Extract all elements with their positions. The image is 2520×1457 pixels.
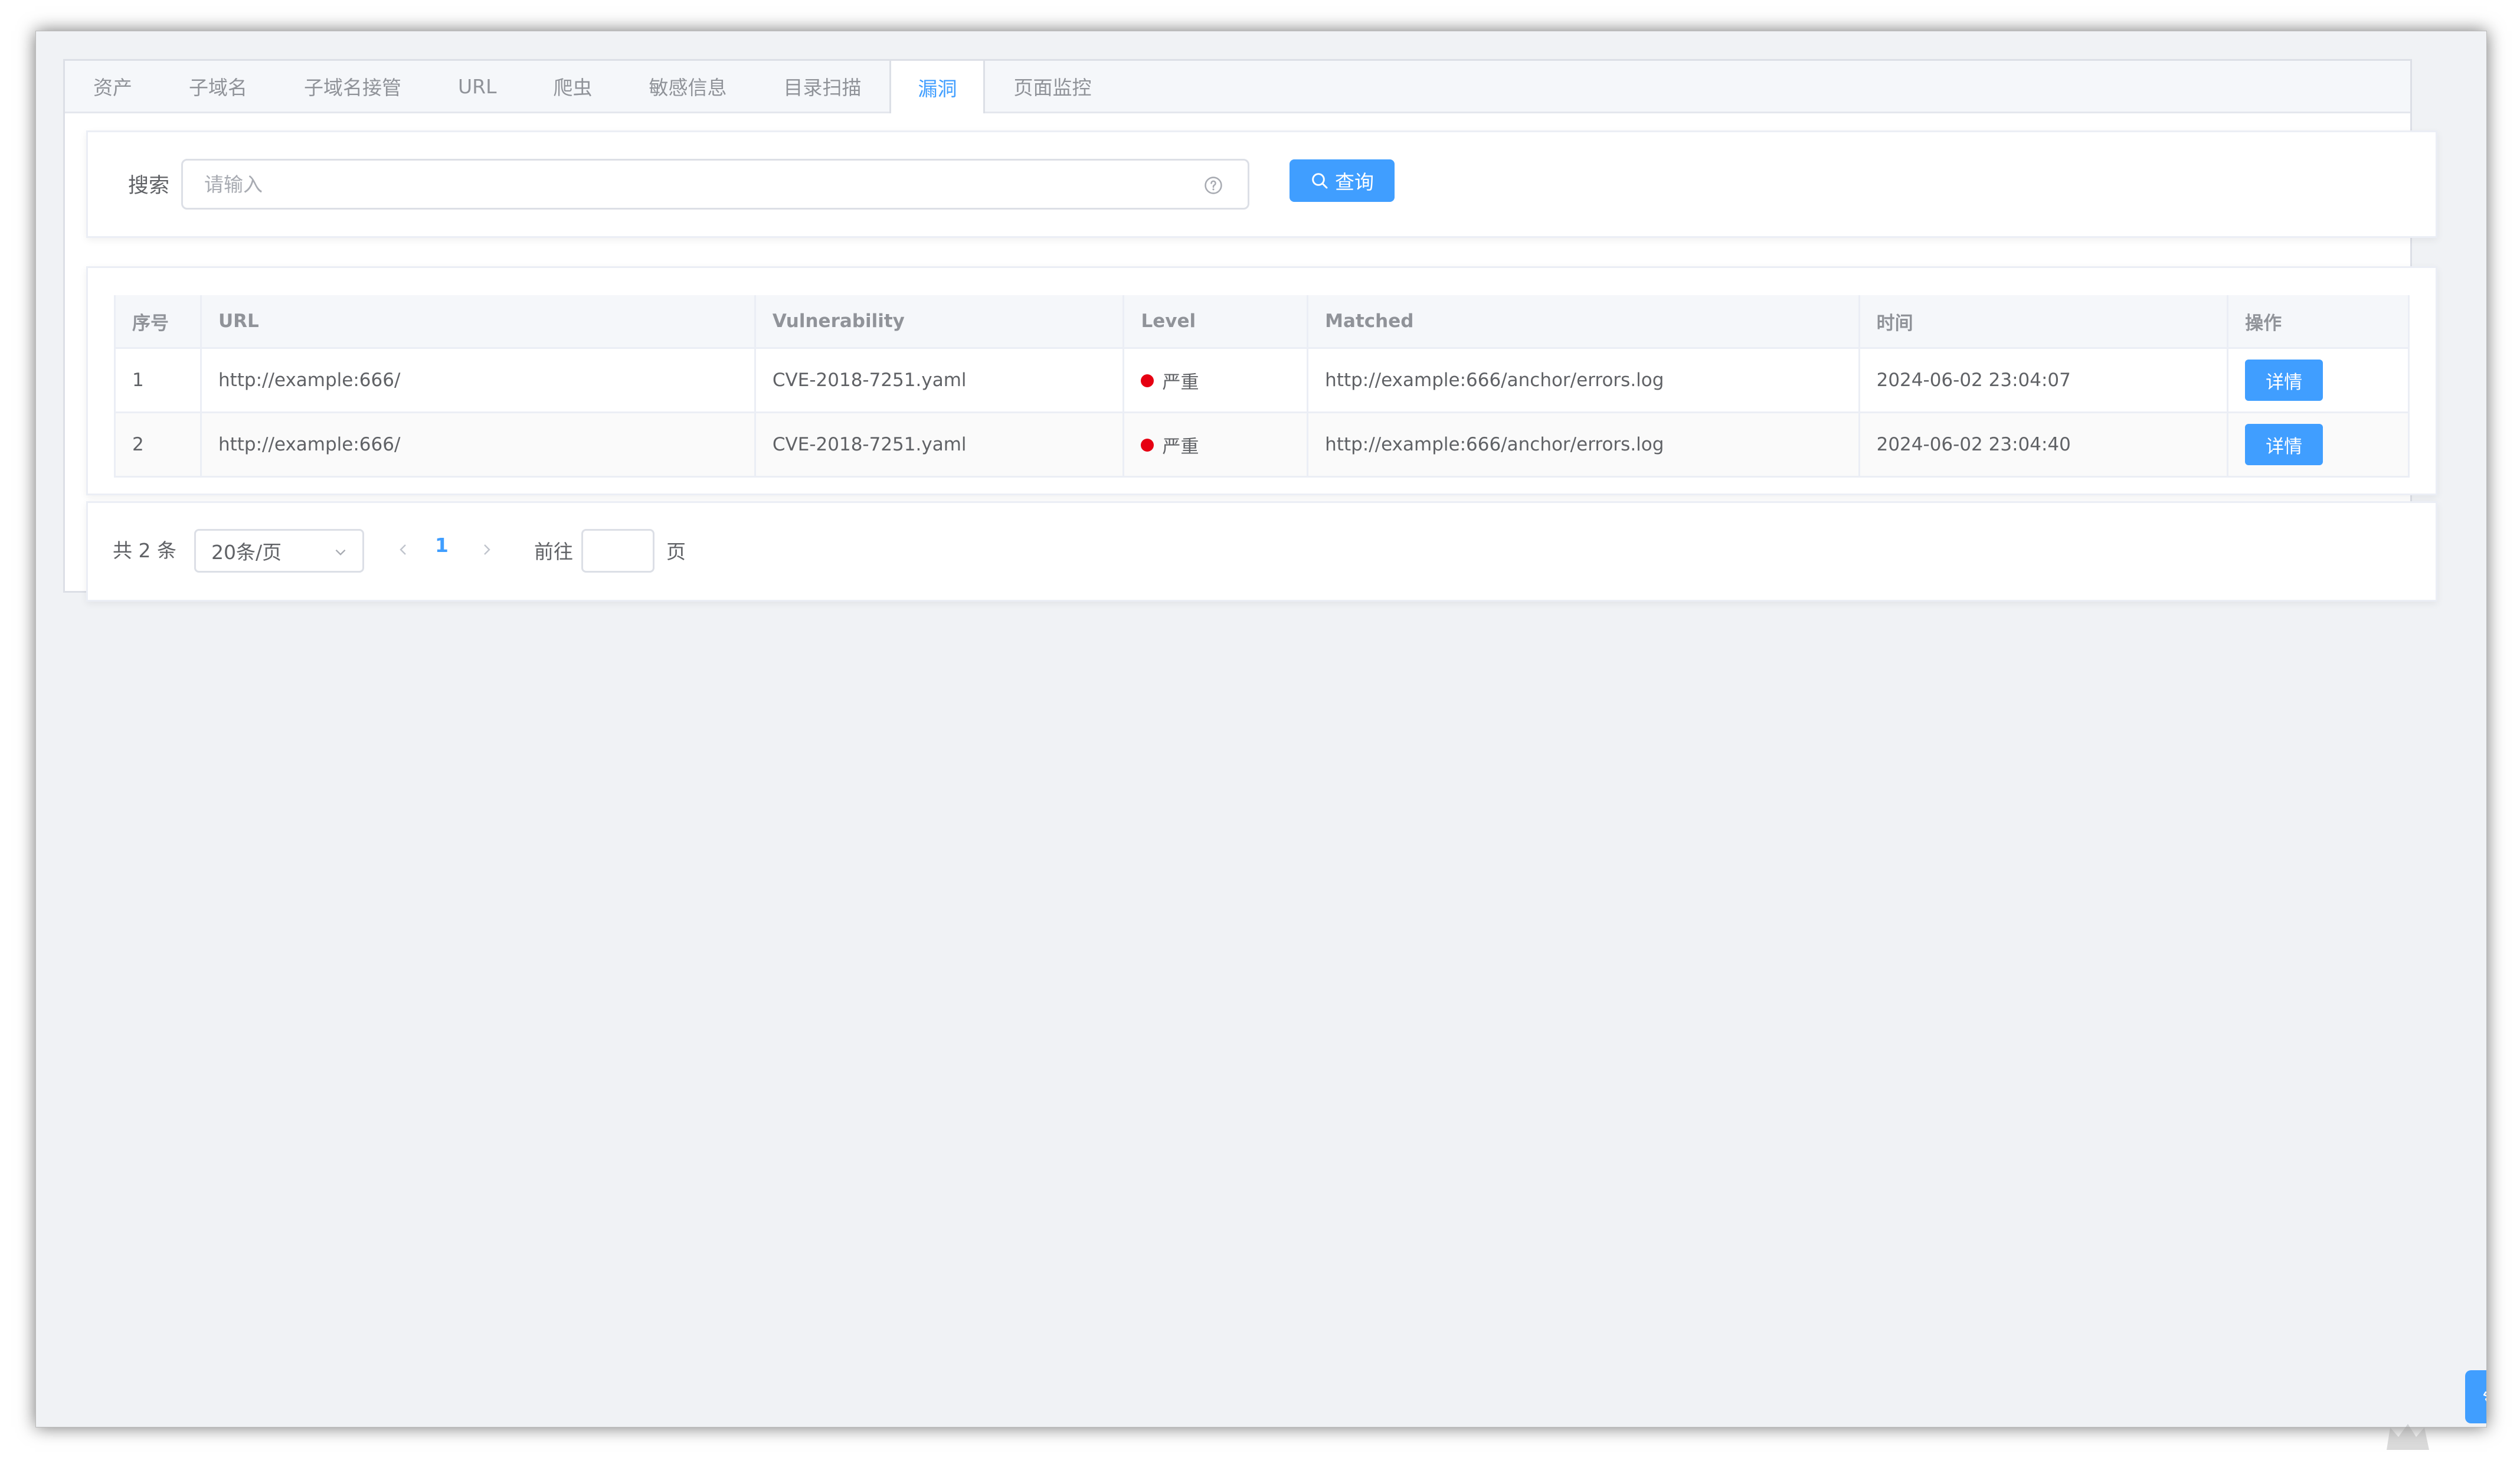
watermark-logo [2387,1424,2429,1450]
cell-url: http://example:666/ [201,412,756,478]
page-size-select[interactable]: 20条/页 [194,529,364,573]
search-input[interactable] [181,159,1249,210]
chevron-down-icon [335,549,346,556]
tab-sensitive-info[interactable]: 敏感信息 [620,61,755,112]
help-icon[interactable] [1203,175,1223,195]
pagination-goto-label: 前往 [534,540,573,563]
tab-url[interactable]: URL [430,61,525,112]
tab-bar: 资产 子域名 子域名接管 URL 爬虫 敏感信息 目录扫描 漏洞 页面监控 [65,61,2410,113]
cell-matched: http://example:666/anchor/errors.log [1307,348,1860,413]
level-label: 严重 [1162,436,1199,458]
tab-crawler[interactable]: 爬虫 [525,61,620,112]
page-jump-input[interactable] [581,529,654,573]
tab-assets[interactable]: 资产 [65,61,161,112]
detail-button[interactable]: 详情 [2245,360,2323,401]
pagination-panel: 共 2 条 20条/页 1 前往 页 [86,501,2437,602]
cell-level: 严重 [1123,348,1309,413]
gear-icon [2483,1391,2486,1402]
tab-directory-scan[interactable]: 目录扫描 [755,61,889,112]
cell-time: 2024-06-02 23:04:07 [1859,348,2229,413]
column-header-level[interactable]: Level [1123,295,1309,349]
pagination-page-suffix: 页 [666,540,686,563]
column-header-vulnerability[interactable]: Vulnerability [755,295,1125,349]
table-row[interactable]: 2 http://example:666/ CVE-2018-7251.yaml… [114,412,2410,478]
pagination-page-1[interactable]: 1 [435,534,449,557]
cell-vulnerability: CVE-2018-7251.yaml [755,412,1125,478]
cell-actions: 详情 [2227,348,2410,413]
query-button[interactable]: 查询 [1290,159,1395,202]
column-header-url[interactable]: URL [201,295,756,349]
search-icon [1312,173,1328,189]
page-size-value: 20条/页 [211,541,282,564]
detail-button[interactable]: 详情 [2245,424,2323,465]
cell-index: 2 [114,412,202,478]
cell-url: http://example:666/ [201,348,756,413]
column-header-index[interactable]: 序号 [114,295,202,349]
tab-subdomain-takeover[interactable]: 子域名接管 [276,61,430,112]
level-status-dot [1141,439,1154,452]
tab-subdomains[interactable]: 子域名 [161,61,276,112]
level-label: 严重 [1162,371,1199,393]
cell-time: 2024-06-02 23:04:40 [1859,412,2229,478]
query-button-label: 查询 [1335,171,1374,193]
table-row[interactable]: 1 http://example:666/ CVE-2018-7251.yaml… [114,348,2410,413]
column-header-time[interactable]: 时间 [1859,295,2229,349]
cell-matched: http://example:666/anchor/errors.log [1307,412,1860,478]
cell-actions: 详情 [2227,412,2410,478]
vulnerability-table: 序号 URL Vulnerability Level Matched 时间 操作… [114,295,2410,478]
level-status-dot [1141,374,1154,387]
pagination-total: 共 2 条 [113,539,176,562]
column-header-matched[interactable]: Matched [1307,295,1860,349]
search-panel: 搜索 查询 [86,130,2437,238]
table-header-row: 序号 URL Vulnerability Level Matched 时间 操作 [114,295,2410,349]
tab-vulnerabilities[interactable]: 漏洞 [889,61,986,113]
chevron-left-icon[interactable] [396,540,410,560]
cell-level: 严重 [1123,412,1309,478]
app-window: 资产 子域名 子域名接管 URL 爬虫 敏感信息 目录扫描 漏洞 页面监控 搜索 [35,31,2487,1427]
tab-page-monitor[interactable]: 页面监控 [985,61,1120,112]
search-label: 搜索 [128,174,170,198]
chevron-right-icon[interactable] [480,540,494,560]
cell-index: 1 [114,348,202,413]
cell-vulnerability: CVE-2018-7251.yaml [755,348,1125,413]
column-header-actions: 操作 [2227,295,2410,349]
tab-card: 资产 子域名 子域名接管 URL 爬虫 敏感信息 目录扫描 漏洞 页面监控 搜索 [63,59,2437,602]
table-panel: 序号 URL Vulnerability Level Matched 时间 操作… [86,266,2437,495]
floating-settings-button[interactable] [2465,1370,2486,1423]
